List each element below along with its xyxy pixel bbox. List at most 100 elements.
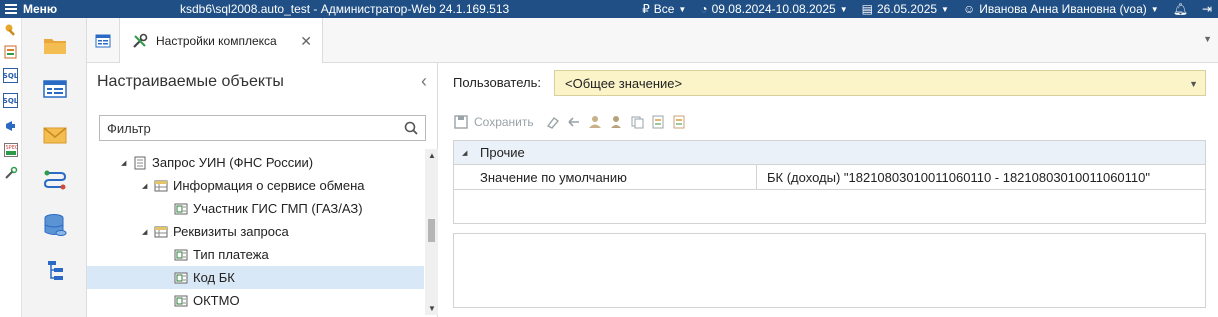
tree-node[interactable]: ◢ Запрос УИН (ФНС России) [87, 151, 424, 174]
save-icon [453, 115, 468, 130]
expand-triangle-icon[interactable]: ◢ [462, 149, 474, 157]
user-menu[interactable]: ☺ Иванова Анна Ивановна (voa) ▼ [963, 2, 1159, 16]
objects-tree: ◢ Запрос УИН (ФНС России) ◢ Информация о… [87, 149, 424, 317]
window-title: ksdb6\sql2008.auto_test - Администратор-… [180, 2, 510, 16]
navigation-panel [22, 18, 87, 317]
table-row[interactable]: Значение по умолчанию БК (доходы) "18210… [454, 164, 1205, 190]
chevron-left-icon[interactable]: ‹ [421, 71, 427, 92]
currency-filter-value: Все [653, 2, 675, 16]
filter-input[interactable]: Фильтр [99, 115, 426, 141]
user-label: Пользователь: [453, 75, 541, 90]
tab-list-button[interactable] [87, 18, 120, 63]
menu-label: Меню [23, 2, 58, 16]
undo-arrow-icon[interactable] [567, 115, 582, 130]
currency-filter[interactable]: ₽ Все ▼ [642, 2, 686, 16]
expand-triangle-icon[interactable]: ◢ [142, 182, 154, 190]
filter-placeholder: Фильтр [107, 120, 151, 136]
scrollbar-thumb[interactable] [428, 219, 435, 242]
window-list-icon [95, 34, 111, 47]
date-range-value: 09.08.2024-10.08.2025 [711, 2, 836, 16]
settings-toolbar: Сохранить [453, 113, 687, 131]
field-icon [174, 249, 188, 260]
tree-scrollbar[interactable]: ▲ ▼ [425, 149, 438, 315]
table-icon [154, 180, 168, 191]
exit-icon[interactable]: ⇥ [1202, 2, 1212, 16]
date-range-picker[interactable]: ◔ 09.08.2024-10.08.2025 ▼ [700, 2, 847, 16]
tree-node[interactable]: ◢ Реквизиты запроса [87, 220, 424, 243]
description-box [453, 233, 1206, 308]
grid-group-row[interactable]: ◢ Прочие [454, 141, 1205, 165]
tree-node[interactable]: Тип платежа [87, 243, 424, 266]
field-icon [174, 272, 188, 283]
current-date-value: 26.05.2025 [876, 2, 938, 16]
spec-icon[interactable]: SPEC [3, 142, 18, 157]
setting-value-cell[interactable]: БК (доходы) "18210803010011060110 - 1821… [757, 170, 1150, 185]
table-icon [154, 226, 168, 237]
user-icon: ☺ [962, 2, 976, 16]
users-icon[interactable] [588, 115, 603, 130]
search-icon[interactable] [404, 121, 418, 135]
tree-node-selected[interactable]: Код БК [87, 266, 424, 289]
save-button[interactable]: Сохранить [474, 115, 534, 129]
calendar-icon: ▤ [861, 2, 873, 16]
scroll-down-icon[interactable]: ▼ [428, 304, 436, 313]
tree-node-label: Запрос УИН (ФНС России) [152, 155, 314, 170]
field-icon [174, 203, 188, 214]
sql-icon[interactable]: SQL [3, 68, 18, 83]
title-bar: Меню ksdb6\sql2008.auto_test - Администр… [0, 0, 1218, 18]
panel-title: Настраиваемые объекты [97, 73, 284, 90]
setting-name-cell: Значение по умолчанию [454, 164, 757, 190]
settings-panel: Пользователь: <Общее значение> ▼ Сохрани… [439, 63, 1218, 317]
grid-group-label: Прочие [480, 145, 525, 160]
key-icon[interactable] [3, 22, 18, 37]
chevron-down-icon: ▼ [1150, 4, 1159, 14]
menu-button[interactable]: Меню [4, 0, 57, 18]
notifications-bell-icon[interactable]: 🔔︎ [1173, 2, 1188, 16]
tools-icon [133, 33, 148, 48]
megaphone-icon[interactable] [3, 118, 18, 133]
chevron-down-icon[interactable]: ▼ [1189, 79, 1198, 89]
folder-icon[interactable] [42, 32, 68, 58]
report-icon[interactable] [3, 44, 18, 59]
user-icon[interactable] [609, 115, 624, 130]
window-list-icon[interactable] [42, 76, 68, 102]
export-icon[interactable] [672, 115, 687, 130]
envelope-icon[interactable] [42, 122, 68, 148]
clock-icon: ◔ [700, 2, 708, 16]
tree-node[interactable]: Участник ГИС ГМП (ГАЗ/АЗ) [87, 197, 424, 220]
tree-node-label: Участник ГИС ГМП (ГАЗ/АЗ) [193, 201, 363, 216]
scroll-up-icon[interactable]: ▲ [428, 151, 436, 160]
route-icon[interactable] [42, 167, 68, 193]
configurable-objects-panel: Настраиваемые объекты ‹ Фильтр ◢ Запрос … [87, 63, 438, 317]
eraser-icon[interactable] [546, 115, 561, 130]
chevron-down-icon[interactable]: ▼ [1203, 34, 1212, 44]
tree-node-label: Тип платежа [193, 247, 269, 262]
tab-settings[interactable]: Настройки комплекса ✕ [120, 18, 323, 64]
tree-node-label: Информация о сервисе обмена [173, 178, 365, 193]
expand-triangle-icon[interactable]: ◢ [142, 228, 154, 236]
svg-text:SPEC: SPEC [5, 145, 18, 151]
current-date-picker[interactable]: ▤ 26.05.2025 ▼ [862, 2, 949, 16]
hierarchy-icon[interactable] [42, 258, 68, 284]
tools-sync-icon[interactable] [3, 165, 18, 180]
database-icon[interactable] [42, 213, 68, 239]
menu-logo-icon [5, 4, 17, 14]
tree-node-label: Реквизиты запроса [173, 224, 289, 239]
ruble-icon: ₽ [642, 2, 650, 16]
chevron-down-icon: ▼ [839, 4, 848, 14]
user-name: Иванова Анна Ивановна (voa) [979, 2, 1147, 16]
quick-launch-strip: SQL SQL SPEC [0, 18, 22, 317]
chevron-down-icon: ▼ [678, 4, 687, 14]
tree-node-label: Код БК [193, 270, 235, 285]
settings-grid: ◢ Прочие Значение по умолчанию БК (доход… [453, 140, 1206, 224]
copy-icon[interactable] [630, 115, 645, 130]
tree-node[interactable]: ОКТМО [87, 289, 424, 312]
chevron-down-icon: ▼ [941, 4, 949, 14]
tree-node-label: ОКТМО [193, 293, 240, 308]
import-icon[interactable] [651, 115, 666, 130]
sql-run-icon[interactable]: SQL [3, 93, 18, 108]
user-select[interactable]: <Общее значение> ▼ [554, 70, 1206, 96]
expand-triangle-icon[interactable]: ◢ [121, 159, 133, 167]
close-icon[interactable]: ✕ [300, 33, 312, 50]
tree-node[interactable]: ◢ Информация о сервисе обмена [87, 174, 424, 197]
